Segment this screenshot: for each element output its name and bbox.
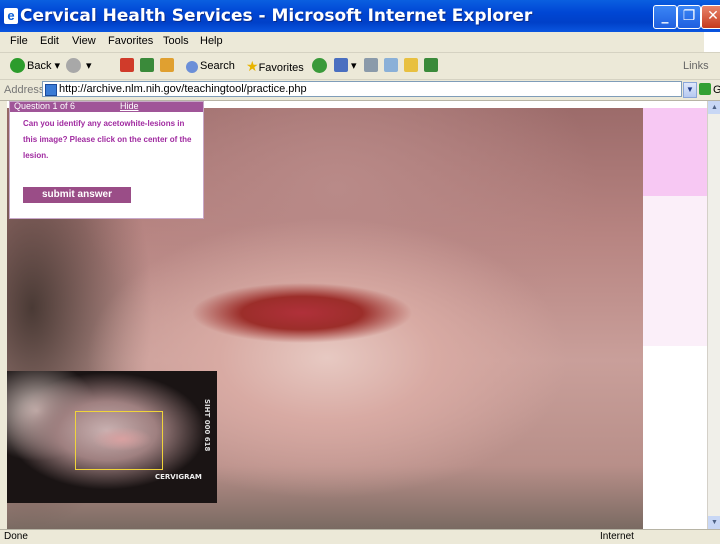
scroll-down-icon[interactable]: ▼ (708, 516, 720, 529)
links-button[interactable]: Links (683, 57, 709, 75)
zoom-region-box (75, 411, 163, 470)
print-icon (364, 58, 378, 72)
standard-toolbar: Back ▾ ▾ Search ★Favorites ▾ Links (0, 53, 720, 80)
menu-help[interactable]: Help (200, 35, 223, 47)
menu-tools[interactable]: Tools (163, 35, 189, 47)
menu-edit[interactable]: Edit (40, 35, 59, 47)
folder-button[interactable] (404, 57, 418, 75)
side-panel-pink (643, 108, 707, 196)
scroll-up-icon[interactable]: ▲ (708, 101, 720, 114)
close-button[interactable]: ✕ (701, 5, 720, 29)
messenger-button[interactable] (424, 57, 438, 75)
edit-button[interactable] (384, 57, 398, 75)
page-icon (45, 84, 57, 96)
go-arrow-icon (699, 83, 711, 95)
address-input[interactable]: http://archive.nlm.nih.gov/teachingtool/… (42, 81, 682, 97)
menu-file[interactable]: File (10, 35, 28, 47)
address-label: Address (4, 84, 45, 96)
forward-button[interactable]: ▾ (66, 57, 92, 75)
status-text: Done (4, 531, 28, 542)
address-bar: Address http://archive.nlm.nih.gov/teach… (0, 80, 720, 101)
history-button[interactable] (312, 57, 329, 75)
back-button[interactable]: Back ▾ (10, 57, 60, 75)
back-arrow-icon (10, 58, 25, 73)
menu-view[interactable]: View (72, 35, 96, 47)
windows-flag-icon (704, 32, 720, 52)
vertical-scrollbar[interactable]: ▲ ▼ (707, 101, 720, 529)
folder-icon (404, 58, 418, 72)
menu-bar: File Edit View Favorites Tools Help (0, 32, 720, 53)
question-counter: Question 1 of 6 (14, 101, 76, 111)
favorites-label: Favorites (258, 62, 304, 74)
search-label: Search (200, 60, 235, 72)
title-bar: e Cervical Health Services - Microsoft I… (0, 0, 720, 32)
stop-button[interactable] (120, 57, 134, 75)
question-text: Can you identify any acetowhite-lesions … (23, 119, 192, 160)
print-button[interactable] (364, 57, 378, 75)
side-panel-light (643, 196, 707, 346)
question-header: Question 1 of 6 Hide (10, 101, 203, 112)
minimize-button[interactable]: _ (653, 5, 677, 29)
go-label: Go (713, 84, 720, 96)
left-frame-border (0, 101, 7, 529)
home-button[interactable] (160, 57, 174, 75)
address-dropdown-button[interactable]: ▼ (683, 82, 697, 98)
favorites-button[interactable]: ★Favorites (246, 57, 304, 75)
thumbnail-brand: CERVIGRAM (155, 473, 202, 481)
address-url: http://archive.nlm.nih.gov/teachingtool/… (59, 83, 307, 95)
search-icon (186, 61, 198, 73)
submit-answer-button[interactable]: submit answer (23, 187, 131, 203)
refresh-button[interactable] (140, 57, 154, 75)
maximize-button[interactable]: ❐ (677, 5, 701, 29)
menu-favorites[interactable]: Favorites (108, 35, 153, 47)
hide-link[interactable]: Hide (120, 101, 139, 111)
edit-icon (384, 58, 398, 72)
page-content: Question 1 of 6 Hide Can you identify an… (7, 101, 707, 529)
search-button[interactable]: Search (186, 57, 235, 75)
mail-button[interactable]: ▾ (334, 57, 357, 75)
question-panel: Question 1 of 6 Hide Can you identify an… (9, 101, 204, 219)
messenger-icon (424, 58, 438, 72)
status-bar: Done Internet (0, 529, 720, 544)
ie-logo-icon: e (4, 8, 18, 24)
stop-icon (120, 58, 134, 72)
mail-icon (334, 58, 348, 72)
thumbnail-side-text: SIHT 000 618 (203, 399, 211, 452)
refresh-icon (140, 58, 154, 72)
cervigram-thumbnail[interactable]: SIHT 000 618 CERVIGRAM (7, 371, 217, 503)
go-button[interactable]: Go (699, 82, 720, 98)
back-label: Back (27, 60, 52, 72)
home-icon (160, 58, 174, 72)
forward-arrow-icon (66, 58, 81, 73)
window-title: Cervical Health Services - Microsoft Int… (20, 6, 533, 26)
star-icon: ★ (246, 58, 259, 74)
security-zone: Internet (600, 531, 634, 542)
history-icon (312, 58, 327, 73)
